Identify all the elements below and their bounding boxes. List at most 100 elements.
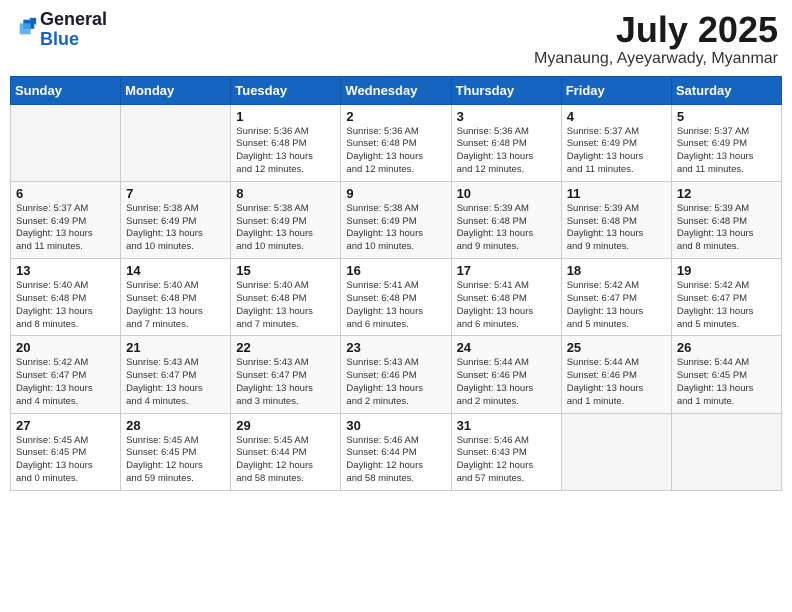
calendar-cell <box>561 413 671 490</box>
day-info: Sunrise: 5:37 AM Sunset: 6:49 PM Dayligh… <box>567 126 666 177</box>
logo: General Blue <box>14 10 107 50</box>
day-info: Sunrise: 5:45 AM Sunset: 6:45 PM Dayligh… <box>16 435 115 486</box>
calendar-cell: 20 Sunrise: 5:42 AM Sunset: 6:47 PM Dayli… <box>11 336 121 413</box>
logo-icon <box>16 16 38 38</box>
day-info: Sunrise: 5:38 AM Sunset: 6:49 PM Dayligh… <box>346 203 445 254</box>
weekday-header-sunday: Sunday <box>11 76 121 104</box>
calendar-cell: 1 Sunrise: 5:36 AM Sunset: 6:48 PM Daylig… <box>231 104 341 181</box>
day-number: 2 <box>346 109 445 124</box>
day-number: 20 <box>16 340 115 355</box>
logo-blue-text: Blue <box>40 29 79 49</box>
calendar-cell: 27 Sunrise: 5:45 AM Sunset: 6:45 PM Dayli… <box>11 413 121 490</box>
day-info: Sunrise: 5:42 AM Sunset: 6:47 PM Dayligh… <box>677 280 776 331</box>
calendar-cell: 4 Sunrise: 5:37 AM Sunset: 6:49 PM Daylig… <box>561 104 671 181</box>
calendar-cell <box>121 104 231 181</box>
calendar-cell: 22 Sunrise: 5:43 AM Sunset: 6:47 PM Dayli… <box>231 336 341 413</box>
day-info: Sunrise: 5:44 AM Sunset: 6:45 PM Dayligh… <box>677 357 776 408</box>
day-number: 5 <box>677 109 776 124</box>
calendar-cell: 25Sunrise: 5:44 AM Sunset: 6:46 PM Dayli… <box>561 336 671 413</box>
day-number: 15 <box>236 263 335 278</box>
day-info: Sunrise: 5:42 AM Sunset: 6:47 PM Dayligh… <box>567 280 666 331</box>
day-info: Sunrise: 5:36 AM Sunset: 6:48 PM Dayligh… <box>346 126 445 177</box>
day-number: 19 <box>677 263 776 278</box>
calendar-cell: 29 Sunrise: 5:45 AM Sunset: 6:44 PM Dayli… <box>231 413 341 490</box>
day-info: Sunrise: 5:45 AM Sunset: 6:45 PM Dayligh… <box>126 435 225 486</box>
day-number: 14 <box>126 263 225 278</box>
calendar-cell: 24 Sunrise: 5:44 AM Sunset: 6:46 PM Dayli… <box>451 336 561 413</box>
page-header: General Blue July 2025 Myanaung, Ayeyarw… <box>10 10 782 68</box>
day-info: Sunrise: 5:40 AM Sunset: 6:48 PM Dayligh… <box>16 280 115 331</box>
week-row-2: 6Sunrise: 5:37 AM Sunset: 6:49 PM Daylig… <box>11 181 782 258</box>
day-info: Sunrise: 5:39 AM Sunset: 6:48 PM Dayligh… <box>457 203 556 254</box>
calendar-cell <box>671 413 781 490</box>
day-number: 7 <box>126 186 225 201</box>
calendar-cell: 12 Sunrise: 5:39 AM Sunset: 6:48 PM Dayli… <box>671 181 781 258</box>
weekday-header-monday: Monday <box>121 76 231 104</box>
calendar-cell: 19 Sunrise: 5:42 AM Sunset: 6:47 PM Dayli… <box>671 259 781 336</box>
calendar-cell: 16Sunrise: 5:41 AM Sunset: 6:48 PM Dayli… <box>341 259 451 336</box>
day-info: Sunrise: 5:36 AM Sunset: 6:48 PM Dayligh… <box>457 126 556 177</box>
day-info: Sunrise: 5:37 AM Sunset: 6:49 PM Dayligh… <box>16 203 115 254</box>
day-number: 28 <box>126 418 225 433</box>
day-info: Sunrise: 5:46 AM Sunset: 6:44 PM Dayligh… <box>346 435 445 486</box>
day-info: Sunrise: 5:41 AM Sunset: 6:48 PM Dayligh… <box>457 280 556 331</box>
weekday-header-row: SundayMondayTuesdayWednesdayThursdayFrid… <box>11 76 782 104</box>
day-number: 29 <box>236 418 335 433</box>
calendar-cell: 15 Sunrise: 5:40 AM Sunset: 6:48 PM Dayli… <box>231 259 341 336</box>
calendar-cell: 2 Sunrise: 5:36 AM Sunset: 6:48 PM Daylig… <box>341 104 451 181</box>
calendar-cell: 21Sunrise: 5:43 AM Sunset: 6:47 PM Dayli… <box>121 336 231 413</box>
day-info: Sunrise: 5:37 AM Sunset: 6:49 PM Dayligh… <box>677 126 776 177</box>
day-number: 13 <box>16 263 115 278</box>
day-number: 12 <box>677 186 776 201</box>
day-info: Sunrise: 5:36 AM Sunset: 6:48 PM Dayligh… <box>236 126 335 177</box>
calendar-cell: 14Sunrise: 5:40 AM Sunset: 6:48 PM Dayli… <box>121 259 231 336</box>
day-number: 11 <box>567 186 666 201</box>
calendar-cell: 8 Sunrise: 5:38 AM Sunset: 6:49 PM Daylig… <box>231 181 341 258</box>
day-info: Sunrise: 5:41 AM Sunset: 6:48 PM Dayligh… <box>346 280 445 331</box>
day-number: 30 <box>346 418 445 433</box>
day-info: Sunrise: 5:40 AM Sunset: 6:48 PM Dayligh… <box>236 280 335 331</box>
day-info: Sunrise: 5:38 AM Sunset: 6:49 PM Dayligh… <box>236 203 335 254</box>
weekday-header-friday: Friday <box>561 76 671 104</box>
day-info: Sunrise: 5:44 AM Sunset: 6:46 PM Dayligh… <box>457 357 556 408</box>
day-info: Sunrise: 5:45 AM Sunset: 6:44 PM Dayligh… <box>236 435 335 486</box>
calendar-cell: 31Sunrise: 5:46 AM Sunset: 6:43 PM Dayli… <box>451 413 561 490</box>
calendar-cell: 26 Sunrise: 5:44 AM Sunset: 6:45 PM Dayli… <box>671 336 781 413</box>
title-block: July 2025 Myanaung, Ayeyarwady, Myanmar <box>534 10 778 68</box>
day-number: 4 <box>567 109 666 124</box>
weekday-header-wednesday: Wednesday <box>341 76 451 104</box>
day-info: Sunrise: 5:42 AM Sunset: 6:47 PM Dayligh… <box>16 357 115 408</box>
calendar-cell: 5 Sunrise: 5:37 AM Sunset: 6:49 PM Daylig… <box>671 104 781 181</box>
day-number: 8 <box>236 186 335 201</box>
day-number: 27 <box>16 418 115 433</box>
day-number: 18 <box>567 263 666 278</box>
calendar-cell <box>11 104 121 181</box>
calendar-cell: 23Sunrise: 5:43 AM Sunset: 6:46 PM Dayli… <box>341 336 451 413</box>
day-info: Sunrise: 5:39 AM Sunset: 6:48 PM Dayligh… <box>567 203 666 254</box>
calendar-cell: 9 Sunrise: 5:38 AM Sunset: 6:49 PM Daylig… <box>341 181 451 258</box>
week-row-4: 20 Sunrise: 5:42 AM Sunset: 6:47 PM Dayli… <box>11 336 782 413</box>
day-number: 3 <box>457 109 556 124</box>
weekday-header-tuesday: Tuesday <box>231 76 341 104</box>
calendar-cell: 18 Sunrise: 5:42 AM Sunset: 6:47 PM Dayli… <box>561 259 671 336</box>
logo-general-text: General <box>40 9 107 29</box>
day-number: 17 <box>457 263 556 278</box>
day-number: 26 <box>677 340 776 355</box>
day-number: 10 <box>457 186 556 201</box>
day-number: 23 <box>346 340 445 355</box>
calendar-cell: 30 Sunrise: 5:46 AM Sunset: 6:44 PM Dayli… <box>341 413 451 490</box>
calendar-cell: 13 Sunrise: 5:40 AM Sunset: 6:48 PM Dayli… <box>11 259 121 336</box>
day-info: Sunrise: 5:46 AM Sunset: 6:43 PM Dayligh… <box>457 435 556 486</box>
location-subtitle: Myanaung, Ayeyarwady, Myanmar <box>534 50 778 68</box>
day-number: 9 <box>346 186 445 201</box>
calendar-cell: 10 Sunrise: 5:39 AM Sunset: 6:48 PM Dayli… <box>451 181 561 258</box>
day-number: 22 <box>236 340 335 355</box>
day-number: 24 <box>457 340 556 355</box>
calendar-table: SundayMondayTuesdayWednesdayThursdayFrid… <box>10 76 782 491</box>
day-info: Sunrise: 5:43 AM Sunset: 6:47 PM Dayligh… <box>126 357 225 408</box>
day-info: Sunrise: 5:39 AM Sunset: 6:48 PM Dayligh… <box>677 203 776 254</box>
day-info: Sunrise: 5:44 AM Sunset: 6:46 PM Dayligh… <box>567 357 666 408</box>
day-number: 1 <box>236 109 335 124</box>
weekday-header-saturday: Saturday <box>671 76 781 104</box>
day-info: Sunrise: 5:43 AM Sunset: 6:47 PM Dayligh… <box>236 357 335 408</box>
